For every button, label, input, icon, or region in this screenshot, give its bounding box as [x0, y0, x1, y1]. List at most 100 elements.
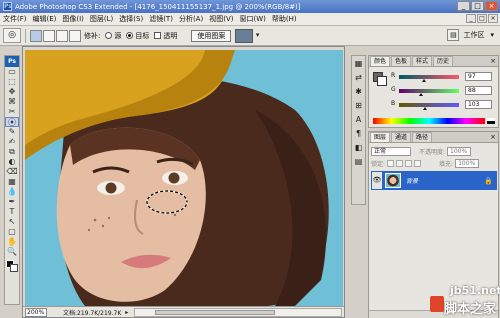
menu-edit[interactable]: 编辑(E) — [30, 13, 60, 25]
tab-swatches[interactable]: 色板 — [391, 56, 412, 66]
history-icon[interactable]: ⇄ — [352, 72, 365, 84]
red-value-field[interactable]: 97 — [465, 72, 492, 81]
lock-position-icon[interactable] — [405, 160, 413, 167]
doc-close-button[interactable]: × — [488, 14, 498, 23]
brush-tool-icon[interactable]: ✎ — [5, 127, 19, 137]
doc-minimize-button[interactable]: _ — [466, 14, 476, 23]
workspace-menu[interactable]: 工作区 — [463, 30, 484, 40]
destination-radio[interactable] — [126, 32, 134, 39]
horizontal-scrollbar[interactable] — [134, 307, 342, 317]
lock-pixels-icon[interactable] — [396, 160, 404, 167]
add-selection-mode-button[interactable] — [43, 29, 55, 42]
menu-select[interactable]: 选择(S) — [116, 13, 146, 25]
chevron-down-icon[interactable]: ▾ — [490, 31, 494, 39]
menu-filter[interactable]: 滤镜(T) — [146, 13, 176, 25]
history-brush-tool-icon[interactable]: ✍ — [5, 137, 19, 147]
type-tool-icon[interactable]: T — [5, 207, 19, 217]
lock-all-icon[interactable] — [414, 160, 422, 167]
menu-help[interactable]: 帮助(H) — [269, 13, 300, 25]
patch-tool-preset-icon[interactable]: ◎ — [3, 28, 21, 43]
title-bar: Ps Adobe Photoshop CS3 Extended - [4176_… — [0, 0, 500, 13]
opacity-label: 不透明度: — [419, 149, 446, 156]
panel-toggle-icon[interactable]: ▤ — [447, 29, 460, 41]
green-value-field[interactable]: 88 — [465, 86, 492, 95]
color-panel-swatches[interactable] — [373, 72, 387, 86]
pattern-picker[interactable] — [235, 28, 259, 43]
quick-select-tool-icon[interactable]: ⌘ — [5, 97, 19, 107]
eraser-tool-icon[interactable]: ⌫ — [5, 167, 19, 177]
photoshop-app-icon: Ps — [3, 2, 12, 11]
shape-tool-icon[interactable]: ▢ — [5, 227, 19, 237]
close-button[interactable]: × — [485, 1, 498, 11]
black-white-ramp[interactable] — [487, 118, 495, 124]
panel-close-icon[interactable]: × — [490, 132, 496, 142]
menu-layer[interactable]: 图层(L) — [87, 13, 116, 25]
tab-paths[interactable]: 路径 — [412, 132, 433, 142]
maximize-button[interactable]: □ — [471, 1, 484, 11]
status-menu-arrow-icon[interactable]: ▸ — [125, 309, 128, 316]
gradient-tool-icon[interactable]: ▦ — [5, 177, 19, 187]
crop-tool-icon[interactable]: ✂ — [5, 107, 19, 117]
green-slider-row: G 88 — [391, 86, 496, 96]
red-slider[interactable] — [399, 75, 459, 79]
menu-window[interactable]: 窗口(W) — [236, 13, 268, 25]
red-slider-knob[interactable] — [422, 79, 426, 82]
layer-comps-icon[interactable]: ◧ — [352, 142, 365, 154]
background-color-chip[interactable] — [377, 76, 387, 86]
tab-color[interactable]: 颜色 — [370, 56, 391, 66]
opacity-field[interactable]: 100% — [447, 147, 472, 156]
green-slider-knob[interactable] — [419, 93, 423, 96]
image-canvas[interactable] — [25, 50, 343, 306]
brushes-icon[interactable]: ▤ — [352, 156, 365, 168]
paragraph-icon[interactable]: ¶ — [352, 128, 365, 140]
green-slider[interactable] — [399, 89, 459, 93]
blur-tool-icon[interactable]: 💧 — [5, 187, 19, 197]
menu-analysis[interactable]: 分析(A) — [176, 13, 206, 25]
minimize-button[interactable]: _ — [457, 1, 470, 11]
tab-layers[interactable]: 图层 — [370, 132, 391, 142]
blue-slider-knob[interactable] — [423, 107, 427, 110]
eye-icon[interactable]: 👁 — [372, 172, 382, 189]
clone-stamp-tool-icon[interactable]: ⧉ — [5, 147, 19, 157]
background-color-swatch[interactable] — [10, 264, 18, 272]
photoshop-logo[interactable]: Ps — [5, 56, 19, 67]
transparent-checkbox[interactable] — [154, 32, 162, 39]
blend-mode-select[interactable]: 正常 — [371, 147, 411, 156]
intersect-selection-mode-button[interactable] — [69, 29, 81, 42]
zoom-level-field[interactable]: 200% — [25, 307, 47, 317]
actions-icon[interactable]: ✱ — [352, 86, 365, 98]
path-select-tool-icon[interactable]: ↖ — [5, 217, 19, 227]
fill-field[interactable]: 100% — [455, 159, 480, 168]
blue-slider[interactable] — [399, 103, 459, 107]
zoom-tool-icon[interactable]: 🔍 — [5, 247, 19, 257]
scrollbar-thumb[interactable] — [155, 309, 276, 315]
pen-tool-icon[interactable]: ✒ — [5, 197, 19, 207]
color-spectrum-ramp[interactable] — [373, 118, 485, 124]
source-radio[interactable] — [105, 32, 113, 39]
menu-view[interactable]: 视图(V) — [206, 13, 236, 25]
layer-row-background[interactable]: 👁 背景 🔒 — [371, 171, 497, 190]
tab-channels[interactable]: 通道 — [391, 132, 412, 142]
panel-close-icon[interactable]: × — [490, 56, 496, 66]
use-pattern-button[interactable]: 使用图案 — [191, 29, 232, 42]
doc-restore-button[interactable]: □ — [477, 14, 487, 23]
tab-styles[interactable]: 样式 — [412, 56, 433, 66]
patch-tool-icon[interactable]: ⦿ — [5, 117, 19, 127]
new-selection-mode-button[interactable] — [30, 29, 42, 42]
hand-tool-icon[interactable]: ✋ — [5, 237, 19, 247]
marquee-tool-icon[interactable]: ▭ — [5, 67, 19, 77]
lock-transparency-icon[interactable] — [387, 160, 395, 167]
blue-value-field[interactable]: 103 — [465, 100, 492, 109]
watermark-url: jb51.net — [450, 284, 500, 297]
move-tool-icon[interactable]: ✥ — [5, 87, 19, 97]
menu-file[interactable]: 文件(F) — [0, 13, 30, 25]
tab-history[interactable]: 历史 — [433, 56, 454, 66]
menu-image[interactable]: 图像(I) — [59, 13, 87, 25]
navigator-icon[interactable]: ▦ — [352, 58, 365, 70]
color-swatches[interactable] — [5, 259, 19, 273]
tool-presets-icon[interactable]: ⊞ — [352, 100, 365, 112]
character-icon[interactable]: A — [352, 114, 365, 126]
lasso-tool-icon[interactable]: ⬚ — [5, 77, 19, 87]
subtract-selection-mode-button[interactable] — [56, 29, 68, 42]
dodge-tool-icon[interactable]: ◐ — [5, 157, 19, 167]
